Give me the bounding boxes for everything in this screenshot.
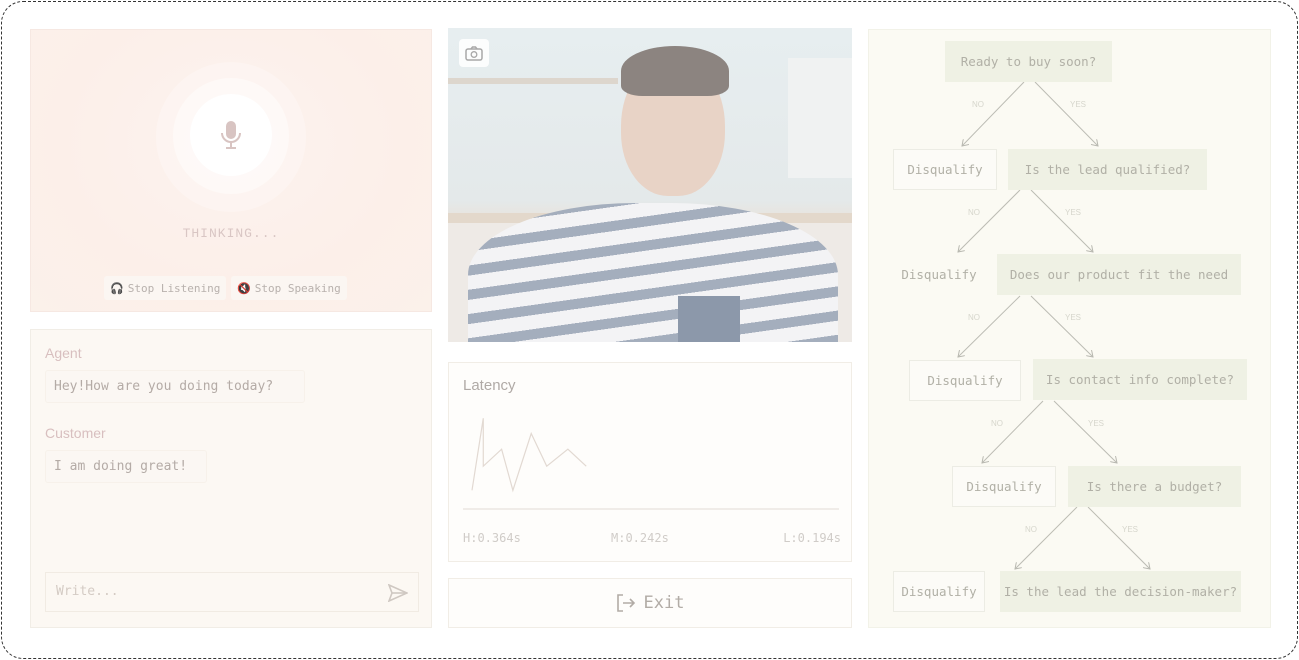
edge-no (958, 189, 1021, 252)
edge-yes (1030, 189, 1093, 252)
tree-question-node: Is contact info complete? (1033, 359, 1247, 400)
tree-disqualify-node: Disqualify (901, 267, 977, 282)
tree-question-node: Is the lead the decision-maker? (1000, 571, 1241, 612)
tree-question-node: Is the lead qualified? (1008, 149, 1207, 190)
edge-yes (1053, 400, 1117, 463)
branch-label-no: NO (968, 313, 980, 322)
edge-no (958, 295, 1021, 357)
edge-yes (1087, 506, 1150, 569)
branch-label-yes: YES (1070, 100, 1087, 109)
decision-tree-edges (0, 81, 1299, 660)
branch-label-yes: YES (1088, 419, 1105, 428)
branch-label-no: NO (968, 208, 980, 217)
edge-yes (1030, 295, 1093, 357)
edge-no (1015, 506, 1078, 569)
branch-label-no: NO (1025, 525, 1037, 534)
tree-disqualify-node: Disqualify (909, 360, 1021, 401)
tree-disqualify-node: Disqualify (952, 466, 1056, 507)
branch-label-yes: YES (1065, 313, 1082, 322)
tree-disqualify-node: Disqualify (893, 571, 985, 612)
branch-label-yes: YES (1065, 208, 1082, 217)
tree-question-node: Does our product fit the need (997, 254, 1241, 295)
tree-question-node: Ready to buy soon? (945, 41, 1112, 82)
edge-no (982, 400, 1044, 463)
tree-question-node: Is there a budget? (1068, 466, 1241, 507)
edge-yes (1034, 81, 1098, 146)
branch-label-no: NO (991, 419, 1003, 428)
branch-label-yes: YES (1122, 525, 1139, 534)
branch-label-no: NO (972, 100, 984, 109)
tree-disqualify-node: Disqualify (893, 149, 997, 190)
edge-no (962, 81, 1025, 146)
